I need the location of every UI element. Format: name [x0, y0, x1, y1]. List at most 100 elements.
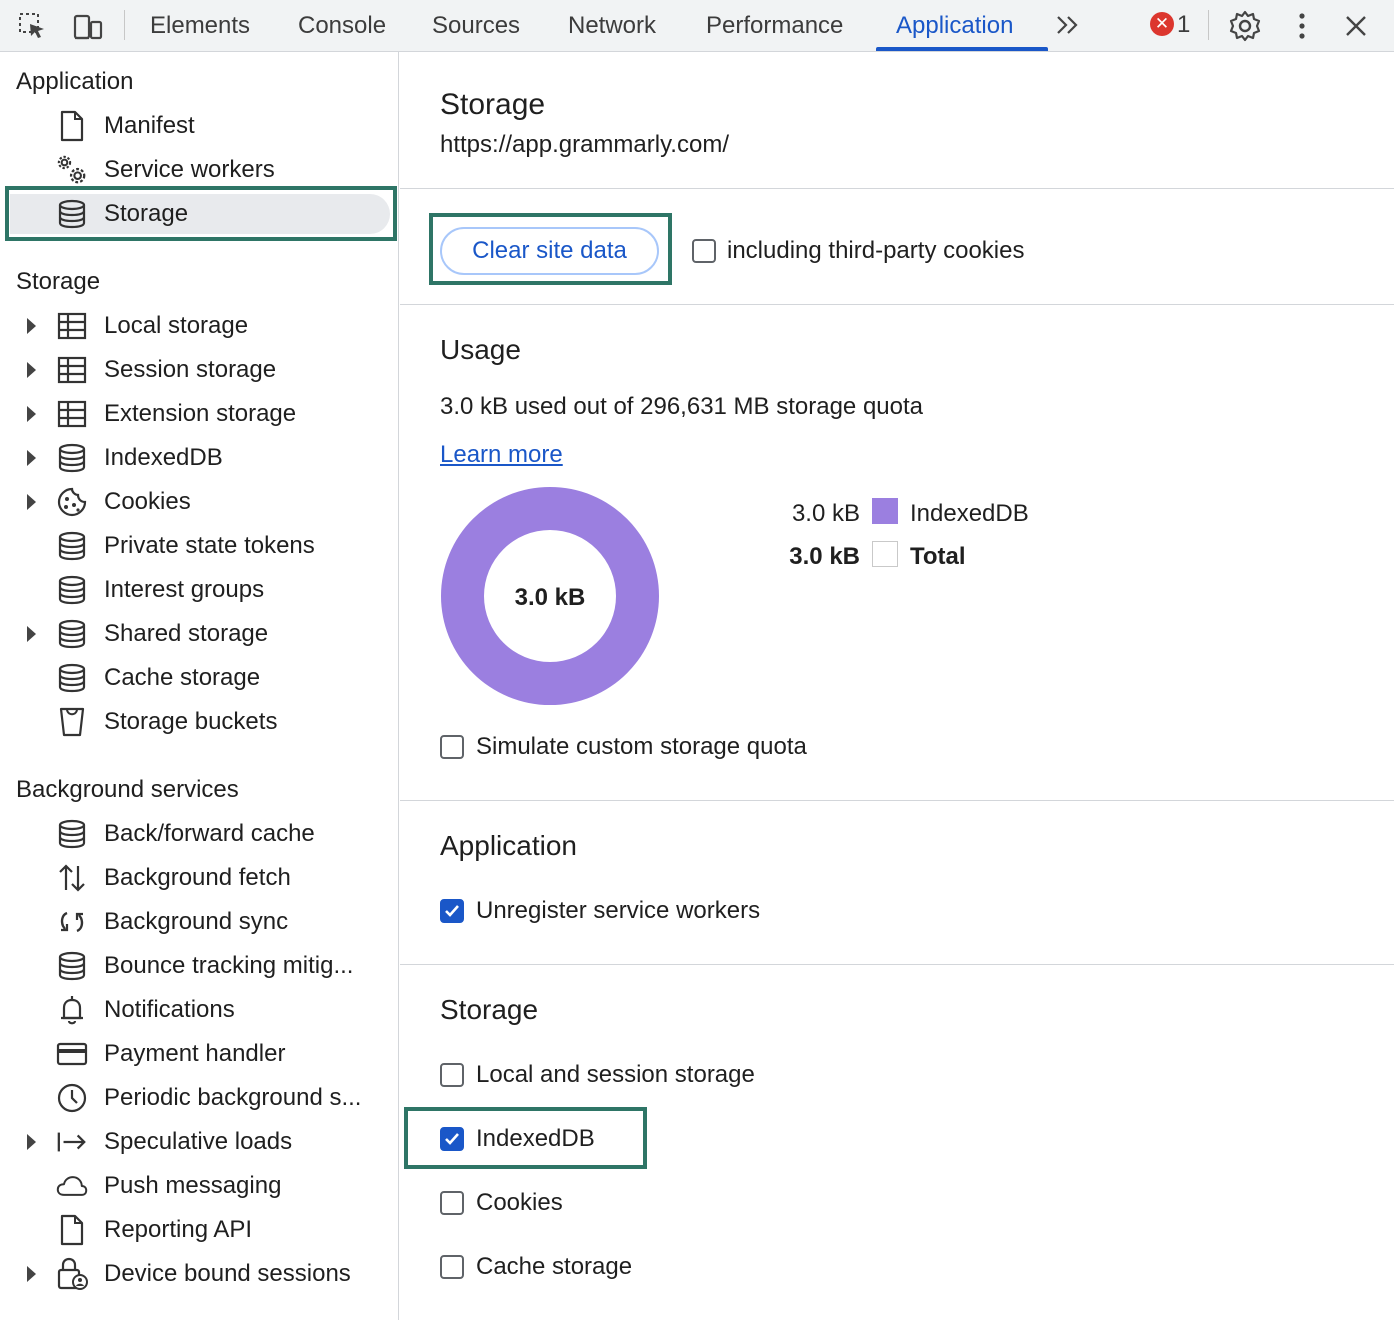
tab-network[interactable]: Network	[568, 12, 656, 40]
credit-card-icon	[56, 1038, 88, 1070]
sidebar-item-reporting-api[interactable]: Reporting API	[0, 1208, 398, 1252]
bucket-icon	[56, 706, 88, 738]
sidebar-item-label: Background sync	[104, 908, 289, 935]
tab-performance[interactable]: Performance	[706, 12, 843, 40]
devtools-toolbar: Elements Console Sources Network Perform…	[0, 0, 1394, 52]
document-icon	[56, 1214, 88, 1246]
section-divider	[400, 800, 1394, 801]
sidebar-item-label: Session storage	[104, 356, 277, 383]
expand-arrow-icon[interactable]	[27, 1266, 36, 1282]
expand-arrow-icon[interactable]	[27, 318, 36, 334]
sidebar-item-label: IndexedDB	[104, 444, 223, 471]
sidebar-item-label: Cache storage	[104, 664, 261, 691]
sidebar-item-label: Speculative loads	[104, 1128, 293, 1155]
error-count[interactable]: 1	[1177, 11, 1190, 39]
clock-icon	[56, 1082, 88, 1114]
sidebar-item-label: Shared storage	[104, 620, 269, 647]
page-title: Storage	[440, 88, 546, 121]
checkmark-icon	[445, 905, 459, 917]
sidebar-item-session-storage[interactable]: Session storage	[0, 348, 398, 392]
database-icon	[56, 818, 88, 850]
cache-storage-checkbox[interactable]	[440, 1255, 464, 1279]
sidebar-item-interest-groups[interactable]: Interest groups	[0, 568, 398, 612]
gears-icon	[56, 154, 88, 186]
unregister-service-workers-label: Unregister service workers	[476, 897, 761, 924]
database-icon	[56, 574, 88, 606]
unregister-service-workers-checkbox[interactable]	[440, 899, 464, 923]
sidebar-item-label: Push messaging	[104, 1172, 282, 1199]
expand-arrow-icon[interactable]	[27, 450, 36, 466]
sidebar-item-storage-buckets[interactable]: Storage buckets	[0, 700, 398, 744]
more-tabs-chevron-icon[interactable]	[1050, 8, 1086, 44]
sidebar-item-local-storage[interactable]: Local storage	[0, 304, 398, 348]
bell-icon	[56, 994, 88, 1026]
table-icon	[56, 354, 88, 386]
usage-donut-chart: 3.0 kB	[441, 486, 659, 706]
cloud-icon	[56, 1170, 88, 1202]
sync-icon	[56, 906, 88, 938]
database-icon	[56, 662, 88, 694]
sidebar-item-bounce-tracking[interactable]: Bounce tracking mitig...	[0, 944, 398, 988]
sidebar-item-back-forward-cache[interactable]: Back/forward cache	[0, 812, 398, 856]
sidebar-item-cache-storage[interactable]: Cache storage	[0, 656, 398, 700]
sidebar-item-periodic-background-sync[interactable]: Periodic background s...	[0, 1076, 398, 1120]
highlight-box-clear-button	[429, 213, 672, 285]
sidebar-item-label: Back/forward cache	[104, 820, 315, 847]
legend-swatch-total	[872, 541, 898, 567]
cookies-label: Cookies	[476, 1189, 563, 1216]
tab-console[interactable]: Console	[298, 12, 386, 40]
local-session-storage-label: Local and session storage	[476, 1061, 755, 1088]
sidebar-item-payment-handler[interactable]: Payment handler	[0, 1032, 398, 1076]
toolbar-divider	[1208, 10, 1209, 40]
expand-arrow-icon[interactable]	[27, 626, 36, 642]
sidebar-item-label: Local storage	[104, 312, 249, 339]
sidebar-item-label: Interest groups	[104, 576, 265, 603]
device-toolbar-icon[interactable]	[70, 8, 106, 44]
sidebar-item-background-sync[interactable]: Background sync	[0, 900, 398, 944]
tab-elements[interactable]: Elements	[150, 12, 250, 40]
settings-gear-icon[interactable]	[1227, 8, 1263, 44]
sidebar-item-push-messaging[interactable]: Push messaging	[0, 1164, 398, 1208]
sidebar-item-label: Device bound sessions	[104, 1260, 351, 1287]
toolbar-divider	[124, 10, 125, 40]
sidebar-item-manifest[interactable]: Manifest	[0, 104, 398, 148]
sidebar-item-cookies[interactable]: Cookies	[0, 480, 398, 524]
database-icon	[56, 950, 88, 982]
database-icon	[56, 618, 88, 650]
database-icon	[56, 442, 88, 474]
sidebar-item-notifications[interactable]: Notifications	[0, 988, 398, 1032]
sidebar-item-extension-storage[interactable]: Extension storage	[0, 392, 398, 436]
sidebar-item-indexeddb[interactable]: IndexedDB	[0, 436, 398, 480]
donut-center-label: 3.0 kB	[515, 584, 586, 611]
tab-application[interactable]: Application	[896, 12, 1013, 40]
sidebar-item-shared-storage[interactable]: Shared storage	[0, 612, 398, 656]
simulate-quota-checkbox[interactable]	[440, 735, 464, 759]
cookies-checkbox[interactable]	[440, 1191, 464, 1215]
more-options-icon[interactable]	[1284, 8, 1320, 44]
sidebar-item-private-state-tokens[interactable]: Private state tokens	[0, 524, 398, 568]
expand-arrow-icon[interactable]	[27, 494, 36, 510]
close-icon[interactable]	[1338, 8, 1374, 44]
sidebar-item-device-bound-sessions[interactable]: Device bound sessions	[0, 1252, 398, 1296]
sidebar-item-label: Cookies	[104, 488, 191, 515]
expand-arrow-icon[interactable]	[27, 362, 36, 378]
highlight-box-storage	[5, 186, 397, 241]
sidebar-item-label: Manifest	[104, 112, 195, 139]
error-icon[interactable]: ✕	[1150, 12, 1174, 36]
sidebar-item-label: Bounce tracking mitig...	[104, 952, 354, 979]
active-tab-indicator	[876, 47, 1048, 51]
third-party-cookies-checkbox[interactable]	[692, 239, 716, 263]
sidebar-item-background-fetch[interactable]: Background fetch	[0, 856, 398, 900]
expand-arrow-icon[interactable]	[27, 1134, 36, 1150]
sidebar-item-speculative-loads[interactable]: Speculative loads	[0, 1120, 398, 1164]
legend-swatch-indexeddb	[872, 498, 898, 524]
table-icon	[56, 310, 88, 342]
expand-arrow-icon[interactable]	[27, 406, 36, 422]
lock-person-icon	[56, 1257, 88, 1290]
local-session-storage-checkbox[interactable]	[440, 1063, 464, 1087]
sidebar-heading-background-services: Background services	[16, 776, 239, 803]
legend-value-total: 3.0 kB	[789, 543, 860, 570]
tab-sources[interactable]: Sources	[432, 12, 520, 40]
learn-more-link[interactable]: Learn more	[440, 441, 563, 469]
inspect-element-icon[interactable]	[14, 8, 50, 44]
